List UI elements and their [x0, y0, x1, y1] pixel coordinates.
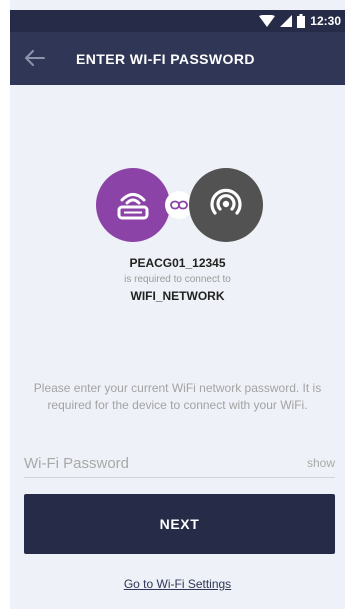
network-name: WIFI_NETWORK — [130, 289, 225, 303]
status-time: 12:30 — [310, 14, 341, 28]
link-icon — [170, 200, 188, 210]
back-button[interactable] — [22, 46, 48, 70]
app-bar: ENTER WI-FI PASSWORD — [10, 32, 345, 85]
screen: 12:30 ENTER WI-FI PASSWORD PEACG01_12345… — [10, 0, 345, 609]
network-circle — [189, 168, 263, 242]
device-circle — [96, 168, 170, 242]
required-text: is required to connect to — [124, 274, 231, 285]
next-button[interactable]: NEXT — [24, 494, 335, 554]
wifi-settings-link[interactable]: Go to Wi-Fi Settings — [124, 577, 231, 591]
wifi-broadcast-icon — [210, 188, 242, 215]
status-bar: 12:30 — [10, 10, 345, 32]
battery-icon — [297, 14, 306, 28]
wifi-icon — [259, 15, 276, 27]
password-input[interactable] — [24, 450, 284, 476]
instructions-text: Please enter your current WiFi network p… — [33, 381, 322, 412]
device-name: PEACG01_12345 — [129, 256, 226, 270]
page-title: ENTER WI-FI PASSWORD — [76, 51, 255, 67]
show-password-toggle[interactable]: show — [307, 456, 335, 470]
signal-icon — [280, 15, 293, 27]
settings-link-row: Go to Wi-Fi Settings — [10, 577, 345, 591]
status-icons: 12:30 — [259, 12, 341, 30]
password-field: show — [24, 450, 335, 478]
arrow-left-icon — [25, 50, 45, 66]
device-router-icon — [117, 193, 149, 220]
